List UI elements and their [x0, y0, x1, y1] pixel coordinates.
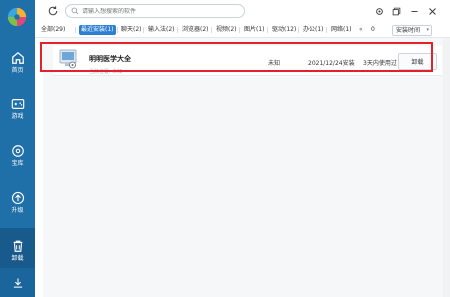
refresh-icon[interactable] [47, 5, 59, 17]
close-button[interactable] [426, 5, 438, 17]
minimize-button[interactable] [408, 5, 420, 17]
highlight-box [40, 42, 433, 72]
sidebar-item-upgrade[interactable]: 升级 [0, 180, 35, 224]
trash-icon [13, 240, 22, 252]
download-button[interactable] [0, 268, 35, 297]
tab-count[interactable]: 0 [369, 25, 377, 35]
more-categories-arrow[interactable]: « [357, 25, 365, 35]
divider [326, 27, 327, 33]
sidebar-item-home[interactable]: 首页 [0, 40, 35, 84]
divider [143, 27, 144, 33]
app-list: 明明医学大全 当前位置: 未知 未知 2021/12/24安装 3天内使用过 卸… [43, 38, 443, 297]
tab-office[interactable]: 办公(1) [301, 25, 326, 35]
sidebar-item-label: 升级 [11, 206, 24, 214]
app-window: 首页 游戏 宝库 升级 卸载 请输入想搜索的软件 全部(29) 最近安装(1) … [0, 0, 450, 297]
sidebar: 首页 游戏 宝库 升级 卸载 [0, 0, 35, 297]
chevron-down-icon: ▾ [426, 27, 429, 33]
tab-recent-install[interactable]: 最近安装(1) [79, 25, 116, 35]
divider [177, 27, 178, 33]
content-area: 明明医学大全 当前位置: 未知 未知 2021/12/24安装 3天内使用过 卸… [35, 38, 450, 297]
sidebar-item-label: 宝库 [11, 159, 24, 167]
restore-button[interactable] [390, 5, 402, 17]
close-icon [428, 7, 436, 15]
sidebar-item-label: 首页 [11, 66, 24, 74]
sort-selected-label: 安装时间 [396, 27, 421, 34]
scrollbar[interactable] [443, 38, 450, 297]
divider [211, 27, 212, 33]
tab-browser[interactable]: 浏览器(2) [180, 25, 211, 35]
sidebar-item-label: 卸载 [11, 254, 24, 262]
sidebar-item-games[interactable]: 游戏 [0, 86, 35, 130]
divider [75, 27, 76, 33]
tab-video[interactable]: 视频(2) [214, 25, 239, 35]
divider [117, 27, 118, 33]
settings-icon [375, 7, 383, 15]
category-bar: 全部(29) 最近安装(1) 聊天(2) 输入法(2) 浏览器(2) 视频(2)… [35, 22, 450, 38]
tab-image[interactable]: 图片(1) [242, 25, 267, 35]
treasure-icon [11, 144, 24, 157]
tab-network[interactable]: 网络(1) [329, 25, 354, 35]
gamepad-icon [11, 98, 24, 109]
divider [239, 27, 240, 33]
search-box[interactable] [65, 4, 245, 18]
divider [267, 27, 268, 33]
tab-all[interactable]: 全部(29) [39, 25, 67, 35]
settings-button[interactable] [373, 5, 385, 17]
upgrade-icon [11, 191, 24, 204]
tab-driver[interactable]: 驱动(12) [270, 25, 298, 35]
tab-input-method[interactable]: 输入法(2) [146, 25, 177, 35]
app-logo-icon [7, 7, 27, 27]
search-input[interactable] [82, 7, 232, 15]
download-icon [13, 278, 22, 288]
sidebar-item-uninstall[interactable]: 卸载 [0, 228, 35, 272]
tab-chat[interactable]: 聊天(2) [119, 25, 144, 35]
sidebar-item-treasure[interactable]: 宝库 [0, 133, 35, 177]
sidebar-item-label: 游戏 [11, 112, 24, 120]
divider [298, 27, 299, 33]
search-icon [71, 7, 79, 15]
home-icon [11, 51, 24, 64]
sort-dropdown[interactable]: 安装时间 ▾ [392, 25, 432, 36]
minimize-icon [411, 10, 417, 12]
restore-icon [392, 7, 400, 15]
top-bar [35, 0, 450, 22]
